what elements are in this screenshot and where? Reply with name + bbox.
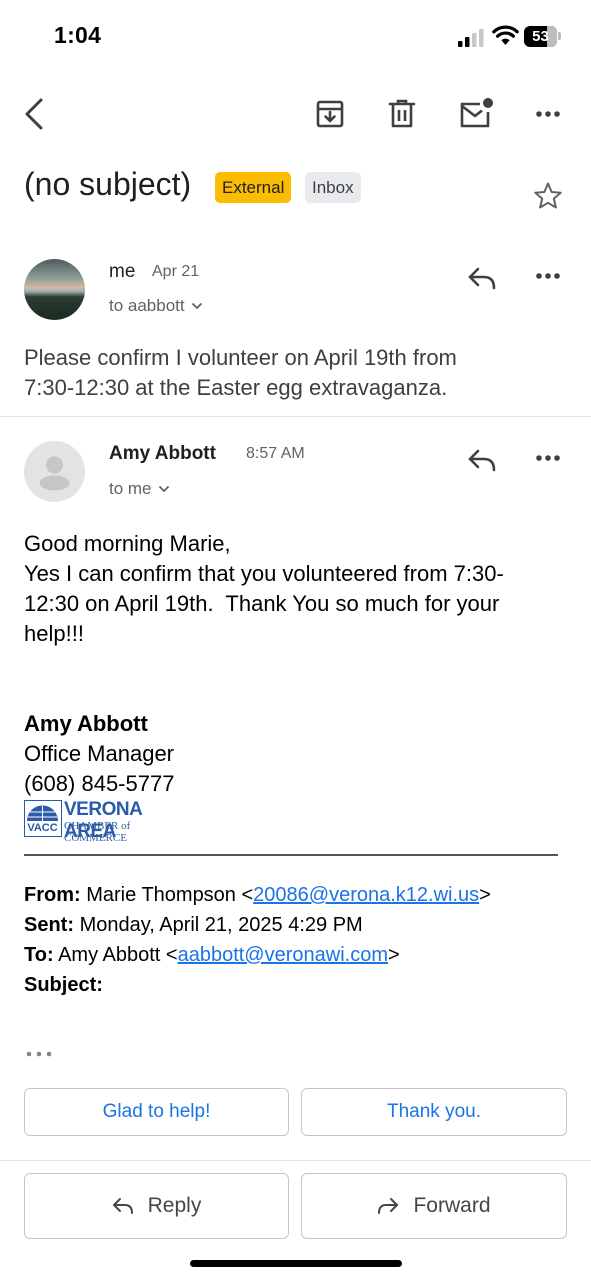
quote-separator [24, 854, 558, 856]
message-time: 8:57 AM [246, 445, 305, 462]
status-time: 1:04 [54, 22, 102, 48]
trash-icon [388, 99, 416, 128]
quoted-subject: Subject: [24, 970, 491, 1000]
battery-icon: 53 [524, 26, 564, 47]
body-line: Good morning Marie, [24, 531, 231, 556]
body-line: Please confirm I volunteer on April 19th… [24, 345, 457, 370]
sender-name: Amy Abbott [109, 443, 216, 464]
chamber-logo: VACC VERONA AREA CHAMBER of COMMERCE [24, 799, 194, 844]
quoted-header: From: Marie Thompson <20086@verona.k12.w… [24, 880, 491, 1000]
quoted-to: To: Amy Abbott <aabbott@veronawi.com> [24, 940, 491, 970]
smart-reply-thank-you[interactable]: Thank you. [301, 1088, 567, 1136]
reply-button[interactable] [462, 442, 502, 478]
body-line: 7:30-12:30 at the Easter egg extravaganz… [24, 375, 448, 400]
chevron-down-icon [191, 302, 202, 310]
signal-icon [458, 29, 486, 47]
sender-name: me [109, 261, 136, 282]
quoted-from: From: Marie Thompson <20086@verona.k12.w… [24, 880, 491, 910]
message-divider [0, 416, 591, 417]
message-time: Apr 21 [152, 263, 200, 280]
quoted-sent: Sent: Monday, April 21, 2025 4:29 PM [24, 910, 491, 940]
recipient-text: to aabbott [109, 296, 185, 315]
signature-phone: (608) 845-5777 [24, 771, 175, 796]
message-body: Good morning Marie, Yes I can confirm th… [24, 529, 572, 649]
body-line: 12:30 on April 19th. Thank You so much f… [24, 591, 500, 616]
reply-label: Reply [147, 1194, 202, 1217]
reply-action-button[interactable]: Reply [24, 1173, 289, 1239]
wifi-icon [492, 25, 519, 46]
mark-unread-icon [460, 98, 493, 128]
archive-icon [316, 100, 344, 128]
actions-divider [0, 1160, 591, 1161]
signature-name: Amy Abbott [24, 711, 148, 736]
subject-label: Subject: [24, 974, 103, 996]
to-email-link[interactable]: aabbott@veronawi.com [178, 944, 388, 966]
logo-abbr: VACC [27, 822, 58, 834]
more-options-button[interactable] [528, 96, 568, 132]
signature-title: Office Manager [24, 741, 175, 766]
from-close: > [479, 884, 491, 906]
avatar [24, 441, 85, 502]
to-label: To: [24, 944, 54, 966]
inbox-label[interactable]: Inbox [305, 172, 361, 203]
message-more-button[interactable] [528, 258, 568, 294]
star-icon [534, 182, 562, 209]
star-button[interactable] [528, 176, 568, 216]
battery-level: 53 [532, 28, 549, 45]
forward-action-button[interactable]: Forward [301, 1173, 567, 1239]
back-icon [25, 98, 43, 130]
from-email-link[interactable]: 20086@verona.k12.wi.us [253, 884, 479, 906]
more-icon [536, 273, 560, 279]
delete-button[interactable] [382, 94, 422, 134]
more-icon [536, 111, 560, 117]
ellipsis-icon [26, 1051, 52, 1057]
body-line: help!!! [24, 621, 84, 646]
to-name: Amy Abbott < [58, 944, 178, 966]
archive-button[interactable] [310, 94, 350, 134]
more-icon [536, 455, 560, 461]
recipient-details[interactable]: to me [109, 479, 170, 499]
show-trimmed-content-button[interactable] [24, 1044, 54, 1064]
sent-value: Monday, April 21, 2025 4:29 PM [79, 914, 363, 936]
reply-icon [468, 267, 496, 290]
logo-subtitle: CHAMBER of COMMERCE [64, 820, 131, 844]
avatar [24, 259, 85, 320]
message-body: Please confirm I volunteer on April 19th… [24, 343, 457, 403]
from-name: Marie Thompson < [86, 884, 254, 906]
to-close: > [388, 944, 400, 966]
signature: Amy Abbott Office Manager (608) 845-5777 [24, 709, 174, 799]
sent-label: Sent: [24, 914, 74, 936]
external-label: External [215, 172, 292, 203]
person-icon [39, 456, 70, 491]
email-subject: (no subject) [24, 166, 192, 202]
reply-icon [112, 1198, 133, 1214]
forward-icon [378, 1198, 399, 1214]
message-more-button[interactable] [528, 440, 568, 476]
reply-icon [468, 449, 496, 472]
smart-reply-glad-to-help[interactable]: Glad to help! [24, 1088, 289, 1136]
back-button[interactable] [14, 94, 54, 134]
mark-unread-button[interactable] [455, 94, 497, 134]
reply-button[interactable] [462, 260, 502, 296]
recipient-details[interactable]: to aabbott [109, 296, 203, 316]
chevron-down-icon [158, 485, 169, 493]
from-label: From: [24, 884, 81, 906]
recipient-text: to me [109, 479, 152, 498]
home-indicator[interactable] [190, 1260, 402, 1267]
body-line: Yes I can confirm that you volunteered f… [24, 561, 504, 586]
forward-label: Forward [413, 1194, 491, 1217]
